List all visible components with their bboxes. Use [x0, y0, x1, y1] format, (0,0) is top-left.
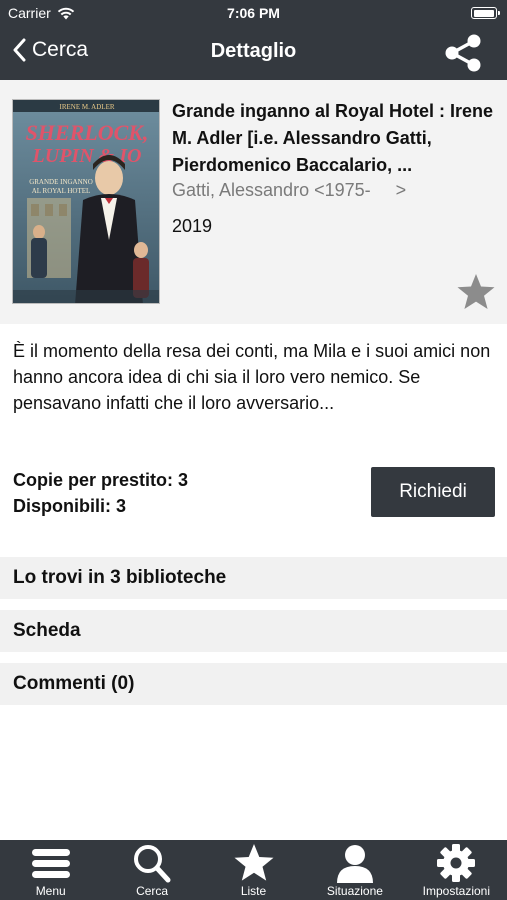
- star-icon: [234, 844, 274, 881]
- tab-settings[interactable]: Impostazioni: [406, 840, 507, 900]
- tab-menu-label: Menu: [35, 884, 66, 898]
- request-button[interactable]: Richiedi: [371, 467, 495, 517]
- tab-search-label: Cerca: [136, 884, 169, 898]
- tab-status-label: Situazione: [326, 884, 383, 898]
- cover-series-title-2: LUPIN & IO: [32, 145, 142, 167]
- section-comments[interactable]: Commenti (0): [0, 663, 507, 705]
- gear-icon: [437, 844, 476, 882]
- author-name: Gatti, Alessandro <1975-: [172, 180, 371, 200]
- book-description[interactable]: È il momento della resa dei conti, ma Mi…: [13, 338, 498, 416]
- publication-year: 2019: [172, 216, 213, 236]
- tab-bar: Menu Cerca Liste Situazione Impostazioni: [0, 840, 507, 900]
- cover-title-1: GRANDE INGANNO: [29, 178, 93, 186]
- status-bar: Carrier 7:06 PM: [0, 0, 507, 26]
- section-libraries[interactable]: Lo trovi in 3 biblioteche: [0, 557, 507, 599]
- menu-icon: [31, 849, 70, 878]
- tab-status[interactable]: Situazione: [304, 840, 405, 900]
- nav-bar: Cerca Dettaglio: [0, 26, 507, 80]
- cover-series-author: IRENE M. ADLER: [59, 103, 114, 111]
- tab-settings-label: Impostazioni: [422, 884, 491, 898]
- book-title: Grande inganno al Royal Hotel : Irene M.…: [172, 101, 494, 175]
- cover-series-title-1: SHERLOCK,: [26, 120, 149, 145]
- tab-menu[interactable]: Menu: [0, 840, 101, 900]
- cover-title-2: AL ROYAL HOTEL: [32, 187, 91, 195]
- copies-info: Copie per prestito: 3 Disponibili: 3: [13, 467, 188, 519]
- favorite-star-icon[interactable]: [455, 272, 497, 312]
- share-icon[interactable]: [443, 34, 483, 72]
- tab-lists-label: Liste: [240, 884, 267, 898]
- book-cover-image: IRENE M. ADLER SHERLOCK, LUPIN & IO GRAN…: [12, 99, 160, 304]
- page-title: Dettaglio: [210, 40, 297, 62]
- tab-lists[interactable]: Liste: [203, 840, 304, 900]
- chevron-right-icon: >: [395, 180, 407, 200]
- battery-icon: [471, 7, 500, 19]
- available-copies-label: Disponibili: 3: [13, 496, 127, 516]
- loan-copies-label: Copie per prestito: 3: [13, 470, 189, 490]
- section-record[interactable]: Scheda: [0, 610, 507, 652]
- search-icon: [134, 845, 171, 883]
- book-header: IRENE M. ADLER SHERLOCK, LUPIN & IO GRAN…: [0, 80, 507, 324]
- status-time: 7:06 PM: [227, 5, 280, 21]
- user-icon: [336, 845, 373, 883]
- author-link[interactable]: Gatti, Alessandro <1975- >: [172, 180, 406, 201]
- tab-search[interactable]: Cerca: [101, 840, 202, 900]
